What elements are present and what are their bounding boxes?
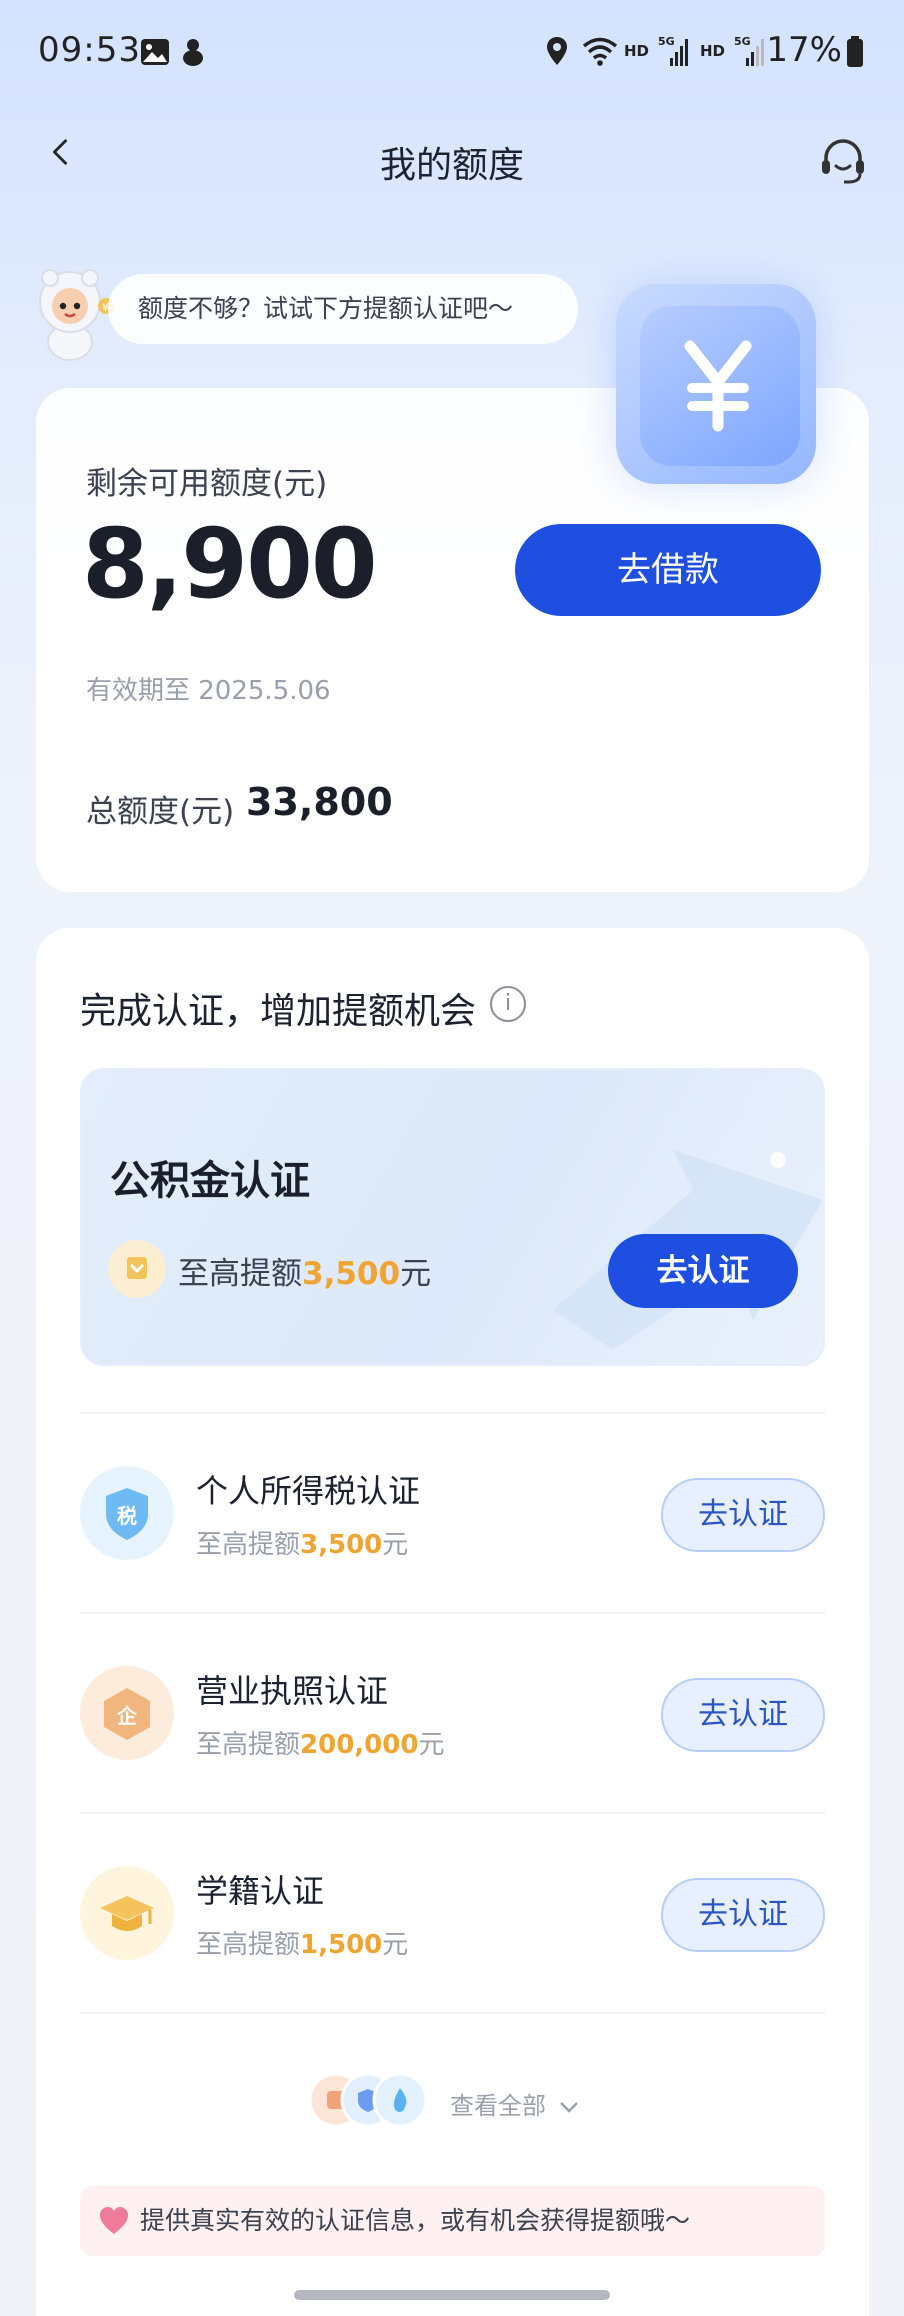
business-license-icon: 企 [80,1666,174,1760]
list-item-max-increase: 至高提额3,500元 [196,1530,409,1560]
view-all-icon-stack [306,2070,442,2134]
certification-heading: 完成认证，增加提额机会 [80,991,477,1032]
arrow-decoration [553,1150,823,1350]
list-item-title: 个人所得税认证 [196,1472,421,1510]
graduation-cap-icon [80,1866,174,1960]
available-quota-label: 剩余可用额度(元) [86,466,328,502]
divider [80,1812,825,1814]
list-item-max-increase: 至高提额1,500元 [196,1930,409,1960]
svg-text:税: 税 [117,1504,137,1528]
gallery-notification-icon [141,39,169,65]
svg-text:5G: 5G [658,35,675,48]
divider [80,2012,825,2014]
signal-5g-icon: 5G [658,35,688,66]
svg-text:企: 企 [116,1704,138,1728]
divider [80,1412,825,1414]
tax-shield-icon: 税 [80,1466,174,1560]
featured-title: 公积金认证 [110,1158,310,1204]
customer-service-icon[interactable] [818,136,868,186]
battery-percent: 17% [766,30,842,70]
hd-badge: HD [624,42,650,60]
featured-certify-button[interactable]: 去认证 [608,1234,798,1308]
featured-max-increase: 至高提额3,500元 [178,1256,432,1292]
tip-bubble: 额度不够？试试下方提额认证吧～ [108,274,578,344]
location-icon [547,37,567,65]
list-item-title: 营业执照认证 [196,1672,389,1710]
featured-certification-card[interactable] [80,1068,825,1366]
status-time: 09:53 [38,30,141,70]
app-notification-icon [183,39,203,66]
total-quota-label: 总额度(元) [86,794,235,830]
business-certify-button[interactable]: 去认证 [661,1678,825,1752]
validity-date: 有效期至 2025.5.06 [86,676,331,706]
battery-icon [847,36,863,67]
available-quota-amount: 8,900 [82,508,378,620]
svg-text:5G: 5G [734,35,751,48]
fund-coin-icon [108,1240,166,1298]
hd-badge: HD [700,42,726,60]
tax-certify-button[interactable]: 去认证 [661,1478,825,1552]
notice-banner: 提供真实有效的认证信息，或有机会获得提额哦～ [80,2186,825,2256]
heart-icon [100,2207,128,2234]
divider [80,1612,825,1614]
home-indicator[interactable] [294,2290,610,2300]
student-certify-button[interactable]: 去认证 [661,1878,825,1952]
borrow-button[interactable]: 去借款 [515,524,821,616]
chevron-down-icon [559,2102,578,2113]
wifi-icon [582,37,618,66]
info-icon[interactable]: i [490,986,526,1022]
yen-icon [684,340,752,432]
total-quota-amount: 33,800 [246,780,393,824]
page-title: 我的额度 [379,145,524,186]
list-item-title: 学籍认证 [196,1872,325,1910]
signal-5g-icon: 5G [734,35,764,66]
view-all-button[interactable]: 查看全部 [450,2086,580,2121]
list-item-max-increase: 至高提额200,000元 [196,1730,445,1760]
